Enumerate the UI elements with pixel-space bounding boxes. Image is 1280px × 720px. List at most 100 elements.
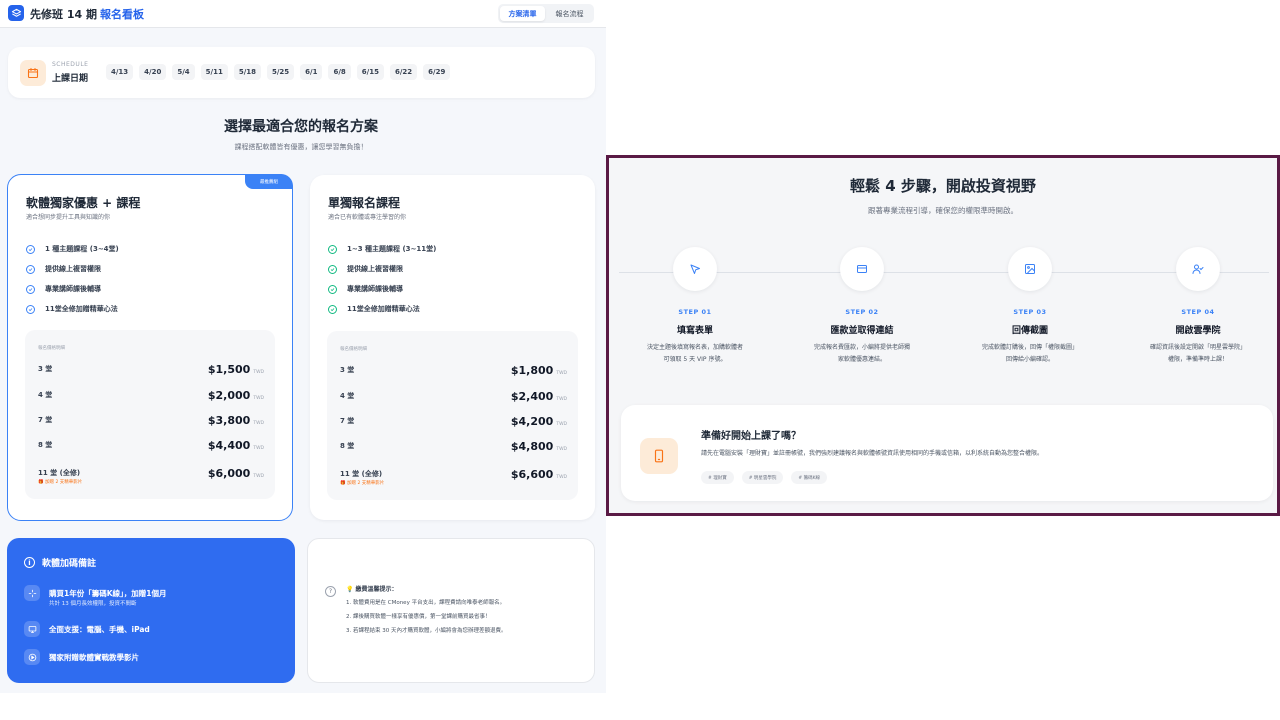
feature-item: 1 種主題課程 (3~4堂)	[26, 239, 119, 259]
step-description: 決定主題後填寫報名表，加購軟體者 可領取 5 天 VIP 序號。	[625, 342, 765, 366]
price-table-caption: 報名價格明細	[340, 347, 367, 352]
plans-page: 先修班 14 期報名看板 方案清單 報名流程 SCHEDULE 上課日期 4/1…	[0, 0, 606, 693]
info-icon: i	[24, 557, 35, 568]
sparkle-icon	[24, 585, 40, 601]
check-circle-icon	[26, 244, 35, 254]
price-amount: $4,400	[207, 438, 251, 452]
price-amount: $6,000	[207, 466, 251, 480]
step-desc-line: 家軟體優惠連結。	[837, 356, 886, 363]
play-icon	[24, 649, 40, 665]
plans-heading: 選擇最適合您的報名方案	[224, 119, 378, 135]
currency-label: TWD	[556, 370, 567, 376]
price-amount: $6,600	[510, 467, 554, 481]
step-desc-line: 回傳給小編確認。	[1005, 356, 1054, 363]
price-value: $4,400 TWD	[208, 439, 264, 452]
date-chip: 6/1	[300, 64, 323, 80]
price-amount: $4,200	[510, 414, 554, 428]
ready-card: 準備好開始上課了嗎？ 請先在電腦安裝「理財寶」並註冊帳號，我們強烈建議報名與軟體…	[621, 405, 1273, 501]
check-circle-icon	[328, 284, 337, 294]
currency-label: TWD	[253, 445, 264, 451]
payment-tip-line: 3. 若課程結束 30 天內才購買軟體，小編將會為您辦理差額退費。	[346, 628, 507, 634]
date-chip: 5/25	[267, 64, 295, 80]
price-value: $3,800 TWD	[208, 414, 264, 427]
calendar-icon	[20, 60, 46, 86]
check-circle-icon	[328, 304, 337, 314]
step-title: 填寫表單	[676, 326, 713, 336]
feature-list: 1 種主題課程 (3~4堂) 提供線上複習權限 專業講師課後輔導 11堂全修加贈…	[26, 239, 119, 319]
price-label: 8 堂	[38, 441, 53, 449]
step-description: 確認資訊後設定開啟「明星雲學院」 權限，準備準時上課！	[1128, 342, 1268, 366]
price-value: $4,800 TWD	[511, 440, 567, 453]
currency-label: TWD	[253, 369, 264, 375]
price-amount: $4,800	[510, 439, 554, 453]
feature-label: 1 種主題課程 (3~4堂)	[45, 245, 119, 253]
feature-label: 專業講師課後輔導	[347, 285, 403, 293]
plan-card-course-only[interactable]: 單獨報名課程 適合已有軟體或專注學習的你 1~3 種主題課程 (3~11堂) 提…	[310, 175, 595, 520]
feature-label: 提供線上複習權限	[45, 265, 101, 273]
title-main: 先修班 14 期	[30, 8, 97, 21]
step-number: STEP 01	[678, 308, 712, 316]
feature-label: 11堂全修加贈精華心法	[45, 305, 118, 313]
price-row: 11 堂 (全修) $6,000 TWD	[38, 466, 264, 480]
feature-item: 專業講師課後輔導	[26, 279, 119, 299]
price-row: 7 堂 $3,800 TWD	[38, 413, 264, 427]
tab-plan-list[interactable]: 方案清單	[500, 6, 545, 21]
step-description: 完成軟體訂購後，回傳「權限截圖」 回傳給小編確認。	[960, 342, 1100, 366]
view-tabs: 方案清單 報名流程	[498, 4, 594, 23]
price-label: 3 堂	[340, 366, 355, 374]
price-value: $4,200 TWD	[511, 415, 567, 428]
step-desc-line: 權限，準備準時上課！	[1167, 356, 1228, 363]
recommended-badge: 最推薦組	[245, 174, 293, 189]
currency-label: TWD	[556, 421, 567, 427]
credit-card-icon	[840, 247, 884, 291]
price-table: 報名價格明細 3 堂 $1,500 TWD 4 堂 $2,000 TWD 7 堂 $3,8…	[25, 330, 275, 499]
date-chip: 6/22	[389, 64, 418, 80]
payment-tips-heading: 💡 繳費溫馨提示：	[346, 586, 398, 593]
price-label: 4 堂	[38, 391, 53, 399]
software-notes-heading: i 軟體加碼備註	[24, 556, 96, 569]
plan-card-bundle[interactable]: 最推薦組 軟體獨家優惠 + 課程 適合想同步提升工具與知識的你 1 種主題課程 …	[7, 174, 293, 521]
payment-tips-card: ? 💡 繳費溫馨提示： 1. 軟體費用是在 CMoney 平台支出，課程費請向唯…	[307, 538, 595, 683]
gift-note: 🎁 加贈 2 支精華影片	[38, 480, 83, 485]
payment-tips-body: 💡 繳費溫馨提示： 1. 軟體費用是在 CMoney 平台支出，課程費請向唯泰老…	[346, 584, 507, 640]
price-label: 11 堂 (全修)	[38, 469, 81, 477]
plans-subheading: 課程搭配軟體皆有優惠，讓您學習無負擔！	[234, 143, 368, 151]
step-title: 回傳截圖	[1011, 326, 1048, 336]
currency-label: TWD	[556, 446, 567, 452]
price-row: 3 堂 $1,500 TWD	[38, 362, 264, 376]
payment-tip-line: 2. 課後購買軟體一樣享有優惠價，第一堂課前購買最省事！	[346, 614, 491, 620]
date-chip: 6/29	[423, 64, 451, 80]
feature-label: 提供線上複習權限	[347, 265, 403, 273]
price-value: $2,000 TWD	[208, 389, 264, 402]
date-chip: 6/15	[356, 64, 384, 80]
check-circle-icon	[26, 284, 35, 294]
tag-chip: # 明星雲學院	[741, 471, 784, 484]
software-note-item: 購買1年份「籌碼K線」，加贈1個月 共計 13 個月長效權限，投資不間斷	[24, 585, 167, 607]
title-accent: 報名看板	[99, 8, 144, 21]
software-note-item: 獨家附贈軟體實戰教學影片	[24, 649, 139, 665]
plan-title: 軟體獨家優惠 + 課程	[26, 196, 141, 210]
price-amount: $1,500	[207, 362, 251, 376]
price-value: $1,500 TWD	[208, 363, 264, 376]
price-amount: $3,800	[207, 413, 251, 427]
step-number: STEP 04	[1181, 308, 1215, 316]
step-desc-line: 可領取 5 天 VIP 序號。	[663, 356, 727, 363]
software-note-item: 全面支援：電腦、手機、iPad	[24, 621, 150, 637]
gift-note: 🎁 加贈 2 支精華影片	[340, 481, 385, 486]
user-check-icon	[1176, 247, 1220, 291]
software-note-title: 購買1年份「籌碼K線」，加贈1個月	[49, 588, 167, 598]
price-row: 7 堂 $4,200 TWD	[340, 414, 567, 428]
check-circle-icon	[26, 304, 35, 314]
software-notes-title: 軟體加碼備註	[42, 559, 97, 569]
tag-list: # 理財寶 # 明星雲學院 # 籌碼K線	[701, 471, 828, 484]
price-row: 11 堂 (全修) $6,600 TWD	[340, 467, 567, 481]
screenshot-stage: 先修班 14 期報名看板 方案清單 報名流程 SCHEDULE 上課日期 4/1…	[0, 0, 1280, 720]
currency-label: TWD	[253, 473, 264, 479]
tab-registration-process[interactable]: 報名流程	[547, 6, 592, 21]
process-subtitle: 跟著專業流程引導，確保您的權限準時開啟。	[868, 206, 1018, 215]
process-title: 輕鬆 4 步驟，開啟投資視野	[850, 177, 1036, 195]
feature-item: 專業講師課後輔導	[328, 279, 436, 299]
tag-chip: # 籌碼K線	[791, 471, 828, 484]
step-desc-line: 完成軟體訂購後，回傳「權限截圖」	[981, 344, 1078, 351]
price-label: 8 堂	[340, 442, 355, 450]
